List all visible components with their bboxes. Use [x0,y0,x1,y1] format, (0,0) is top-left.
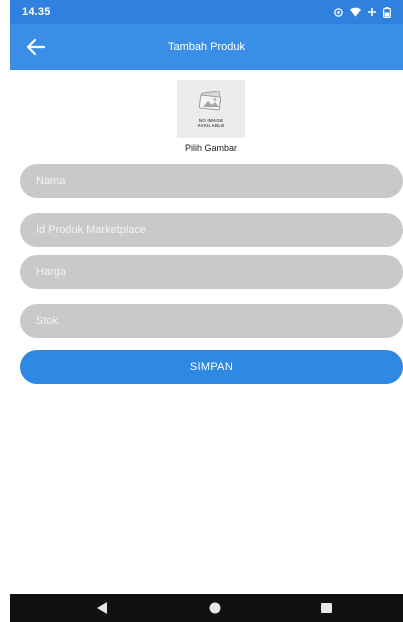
status-bar: 14.35 [10,0,403,24]
save-button[interactable]: SIMPAN [20,350,403,384]
marketplace-product-id-input[interactable] [20,213,403,247]
system-nav-bar [10,594,403,622]
name-input[interactable] [20,164,403,198]
status-time: 14.35 [22,6,51,18]
product-image-picker[interactable]: NO IMAGE AVAILABLE [177,80,245,138]
cast-icon [333,7,344,18]
nav-home-icon[interactable] [208,601,222,620]
phone-screen: 14.35 Tambah Produk NO IMAGE AVAILABLE P… [10,0,403,622]
stock-input[interactable] [20,304,403,338]
page-title: Tambah Produk [167,41,246,53]
pick-image-label[interactable]: Pilih Gambar [160,143,262,153]
nav-recent-icon[interactable] [320,601,333,620]
nav-back-icon[interactable] [96,601,108,620]
price-input[interactable] [20,255,403,289]
status-icons [333,6,391,18]
app-bar: Tambah Produk [10,24,403,70]
signal-icon [367,7,377,17]
no-image-text: NO IMAGE AVAILABLE [197,117,225,128]
battery-icon [383,6,391,18]
wifi-icon [350,7,361,17]
image-placeholder-icon [198,90,224,116]
arrow-left-icon[interactable] [24,35,48,59]
